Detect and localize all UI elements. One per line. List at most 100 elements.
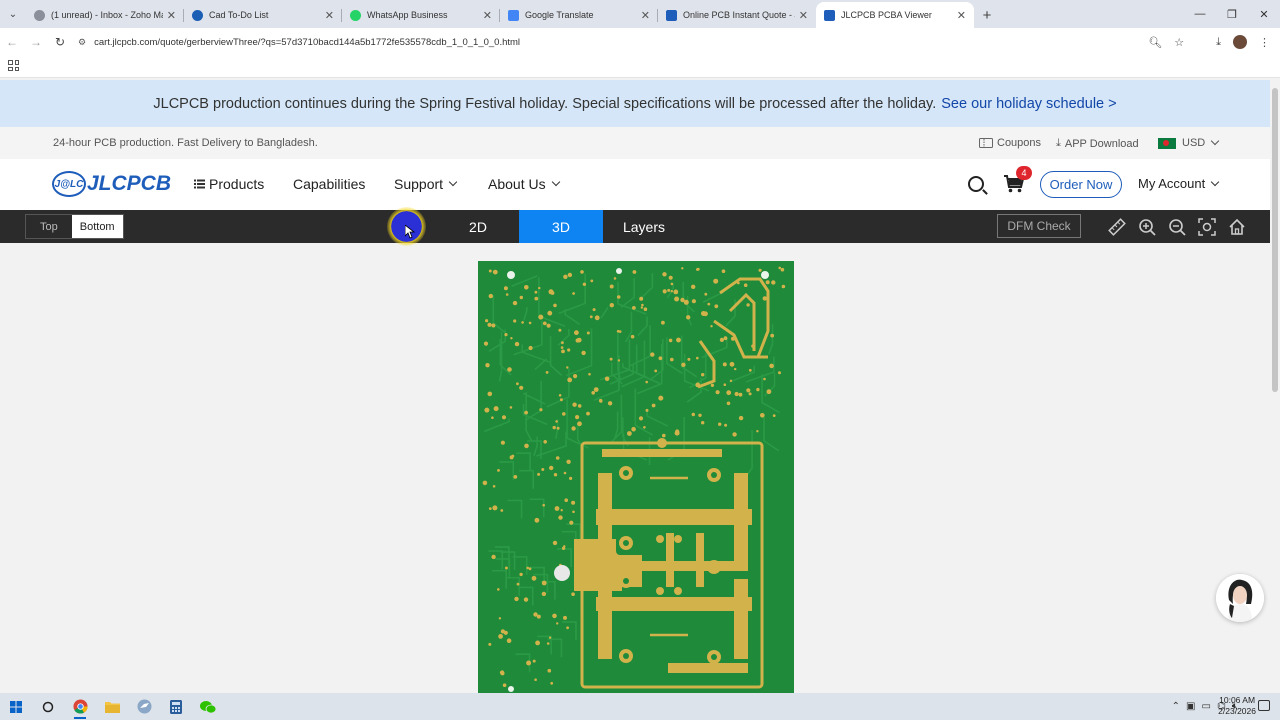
windows-start-icon[interactable]: [0, 693, 32, 720]
zoom-out-icon[interactable]: [1168, 218, 1186, 236]
tab-search-chevron-icon[interactable]: ⌄: [0, 0, 26, 28]
reload-icon[interactable]: ↻: [48, 35, 72, 49]
download-icon[interactable]: ⤓: [1216, 36, 1221, 49]
tray-monitor-icon[interactable]: ▭: [1202, 701, 1211, 712]
taskbar-clock[interactable]: 10:06 AM 2/23/2026: [1218, 695, 1256, 717]
wechat-icon[interactable]: [192, 693, 224, 720]
pcb-3d-canvas[interactable]: [0, 243, 1270, 693]
pcb-via: [632, 306, 636, 310]
browser-tab-jlcpcb-quote[interactable]: Online PCB Instant Quote - JLCPCB ✕: [658, 2, 816, 28]
pcb-via: [691, 412, 695, 417]
holiday-schedule-link[interactable]: See our holiday schedule >: [941, 96, 1116, 112]
bangladesh-flag-icon: [1158, 137, 1176, 149]
close-icon[interactable]: ✕: [483, 9, 492, 22]
browser-tab-google-translate[interactable]: Google Translate ✕: [500, 2, 658, 28]
close-icon[interactable]: ✕: [641, 9, 650, 22]
currency-selector[interactable]: USD: [1158, 136, 1220, 149]
pcb-via: [670, 357, 674, 362]
minimize-icon[interactable]: —: [1184, 0, 1216, 28]
nav-products[interactable]: Products: [194, 176, 264, 192]
nav-capabilities[interactable]: Capabilities: [293, 176, 365, 192]
nav-about-us[interactable]: About Us: [488, 176, 560, 192]
order-now-button[interactable]: Order Now: [1040, 171, 1122, 198]
support-agent-icon: [1216, 574, 1264, 622]
pcb-via: [715, 390, 720, 395]
close-icon[interactable]: ✕: [957, 9, 966, 22]
zoom-icon[interactable]: 🔍︎: [1148, 36, 1162, 49]
close-window-icon[interactable]: ✕: [1248, 0, 1280, 28]
fit-view-icon[interactable]: [1198, 218, 1216, 236]
notification-icon[interactable]: [1258, 700, 1270, 711]
dfm-check-button[interactable]: DFM Check: [997, 214, 1081, 238]
pcb-via: [748, 368, 752, 372]
url-text: cart.jlcpcb.com/quote/gerberviewThree/?q…: [94, 36, 521, 48]
tab-3d[interactable]: 3D: [519, 210, 603, 243]
pcb-via: [698, 413, 702, 417]
browser-tab-zoho-mail[interactable]: (1 unread) - Inbox - Zoho Mail ✕: [26, 2, 184, 28]
tray-app-icon[interactable]: ▣: [1186, 701, 1195, 712]
pcb-via: [616, 295, 621, 299]
pcb-via: [566, 626, 569, 630]
pcb-via: [571, 426, 576, 431]
tab-title: (1 unread) - Inbox - Zoho Mail: [51, 10, 163, 20]
nav-support[interactable]: Support: [394, 176, 458, 192]
taskbar-search-icon[interactable]: [32, 693, 64, 720]
pcb-via: [500, 509, 504, 512]
pcb-via: [554, 506, 560, 511]
browser-menu-icon[interactable]: ⋮: [1259, 36, 1270, 49]
pcb-via: [542, 321, 547, 326]
home-view-icon[interactable]: [1228, 218, 1246, 236]
pcb-via: [493, 406, 499, 412]
search-icon[interactable]: [968, 176, 984, 192]
calculator-icon[interactable]: [160, 693, 192, 720]
scrollbar-thumb[interactable]: [1272, 88, 1278, 392]
close-icon[interactable]: ✕: [167, 9, 176, 22]
jlcpcb-logo[interactable]: J@LC JLCPCB: [52, 171, 171, 197]
new-tab-plus-icon[interactable]: +: [974, 2, 1000, 28]
close-icon[interactable]: ✕: [325, 9, 334, 22]
pcb-via: [561, 341, 564, 345]
url-field[interactable]: ⚙ cart.jlcpcb.com/quote/gerberviewThree/…: [78, 31, 1148, 53]
pcb-via: [556, 622, 559, 625]
pcb-via: [724, 423, 728, 427]
coupons-link[interactable]: Coupons: [979, 137, 1041, 149]
browser-tab-jlcpcb-viewer[interactable]: JLCPCB PCBA Viewer ✕: [816, 2, 974, 28]
pcb-via: [670, 282, 674, 286]
forward-arrow-icon[interactable]: →: [24, 35, 48, 49]
pcb-via: [550, 291, 555, 295]
my-account-menu[interactable]: My Account: [1138, 176, 1220, 191]
restore-icon[interactable]: ❐: [1216, 0, 1248, 28]
pcb-via: [524, 285, 529, 290]
side-bottom-button[interactable]: Bottom: [71, 215, 123, 238]
pcb-via: [726, 390, 732, 396]
list-menu-icon: [194, 179, 205, 189]
pcb-via: [572, 510, 575, 514]
tab-2d[interactable]: 2D: [436, 210, 520, 243]
support-chat-avatar[interactable]: [1216, 574, 1264, 622]
pcb-via: [580, 270, 584, 274]
browser-tab-cad-todo[interactable]: Cad To-Do List ✕: [184, 2, 342, 28]
back-arrow-icon[interactable]: ←: [0, 35, 24, 49]
pcb-via: [701, 373, 705, 377]
page-scrollbar[interactable]: [1270, 80, 1280, 693]
side-top-button[interactable]: Top: [26, 215, 72, 238]
bookmark-star-icon[interactable]: ☆: [1174, 36, 1184, 49]
tab-layers[interactable]: Layers: [602, 210, 686, 243]
pcb-via: [696, 268, 699, 271]
app-taskbar-icon[interactable]: [128, 693, 160, 720]
pcb-board-render[interactable]: [478, 261, 794, 693]
pcb-via: [667, 288, 671, 292]
browser-tab-whatsapp[interactable]: WhatsApp Business ✕: [342, 2, 500, 28]
zoom-in-icon[interactable]: [1138, 218, 1156, 236]
apps-grid-icon[interactable]: [8, 60, 19, 71]
close-icon[interactable]: ✕: [799, 9, 808, 22]
ruler-icon[interactable]: [1108, 218, 1126, 236]
tray-chevron-up-icon[interactable]: ⌃: [1172, 701, 1180, 712]
site-info-icon[interactable]: ⚙: [78, 37, 86, 48]
profile-avatar[interactable]: [1233, 35, 1247, 49]
app-download-link[interactable]: ⤓ APP Download: [1056, 137, 1139, 150]
pcb-via: [710, 325, 713, 328]
chrome-taskbar-icon[interactable]: [64, 693, 96, 720]
pcb-via: [541, 591, 547, 597]
file-explorer-icon[interactable]: [96, 693, 128, 720]
